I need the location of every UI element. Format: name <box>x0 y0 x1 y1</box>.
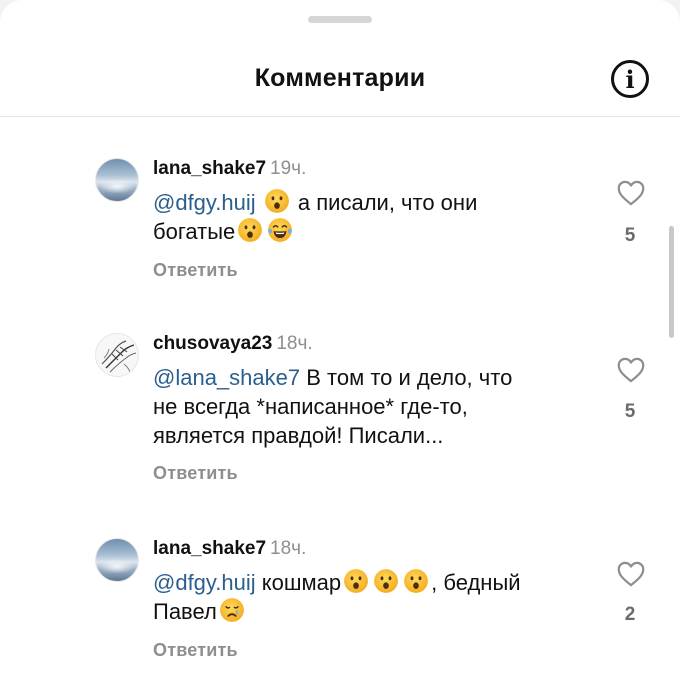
comment-meta: lana_shake7 19ч. <box>153 158 306 180</box>
comment-text-part: кошмар <box>261 570 342 595</box>
sheet-grabber-handle[interactable] <box>308 16 372 23</box>
tears-of-joy-emoji <box>267 217 293 243</box>
astonished-face-emoji <box>403 568 429 594</box>
comments-header: Комментарии i <box>0 50 680 117</box>
comment-username[interactable]: chusovaya23 <box>153 333 272 354</box>
comment-username[interactable]: lana_shake7 <box>153 538 266 559</box>
heart-icon[interactable] <box>617 561 645 587</box>
comment-username[interactable]: lana_shake7 <box>153 158 266 179</box>
comment-item: lana_shake7 18ч. @dfgy.huij кошмар , бедны… <box>0 538 680 668</box>
comment-text-part: является правдой! Писали... <box>153 423 444 448</box>
comment-meta: chusovaya23 18ч. <box>153 333 313 355</box>
comment-time: 19ч. <box>270 158 307 179</box>
comments-sheet: Комментарии i lana_shake7 19ч. @dfgy.huij… <box>0 0 680 677</box>
comment-text-part: а писали, что они <box>297 190 478 215</box>
like-count: 5 <box>624 401 636 422</box>
comment-mention[interactable]: @dfgy.huij <box>153 570 256 595</box>
like-count: 2 <box>624 604 636 625</box>
astonished-face-emoji <box>264 188 290 214</box>
avatar[interactable] <box>95 333 139 377</box>
comment-item: chusovaya23 18ч. @lana_shake7 В том то и … <box>0 333 680 493</box>
sketch-avatar-image <box>101 340 137 373</box>
comment-mention[interactable]: @lana_shake7 <box>153 365 300 390</box>
info-icon[interactable]: i <box>611 60 649 98</box>
comment-time: 18ч. <box>276 333 313 354</box>
like-count: 5 <box>624 225 636 246</box>
comment-text-part: В том то и дело, что <box>306 365 513 390</box>
comment-item: lana_shake7 19ч. @dfgy.huij а писали, что… <box>0 158 680 288</box>
astonished-face-emoji <box>343 568 369 594</box>
comment-text-part: богатые <box>153 219 236 244</box>
heart-icon[interactable] <box>617 357 645 383</box>
comment-time: 18ч. <box>270 538 307 559</box>
comment-meta: lana_shake7 18ч. <box>153 538 306 560</box>
comment-text: @dfgy.huij кошмар , бедный Павел <box>153 568 583 626</box>
reply-button[interactable]: Ответить <box>153 640 238 661</box>
reply-button[interactable]: Ответить <box>153 260 238 281</box>
astonished-face-emoji <box>373 568 399 594</box>
astonished-face-emoji <box>237 217 263 243</box>
comment-text: @dfgy.huij а писали, что они богатые <box>153 188 583 246</box>
page-title: Комментарии <box>254 64 426 92</box>
comment-text: @lana_shake7 В том то и дело, что не все… <box>153 363 583 450</box>
avatar[interactable] <box>95 538 139 582</box>
comment-mention[interactable]: @dfgy.huij <box>153 190 256 215</box>
reply-button[interactable]: Ответить <box>153 463 238 484</box>
avatar[interactable] <box>95 158 139 202</box>
comment-text-part: не всегда *написанное* где-то, <box>153 394 468 419</box>
crying-face-emoji <box>219 597 245 623</box>
comment-text-part: , бедный <box>431 570 521 595</box>
heart-icon[interactable] <box>617 180 645 206</box>
comment-text-part: Павел <box>153 599 217 624</box>
